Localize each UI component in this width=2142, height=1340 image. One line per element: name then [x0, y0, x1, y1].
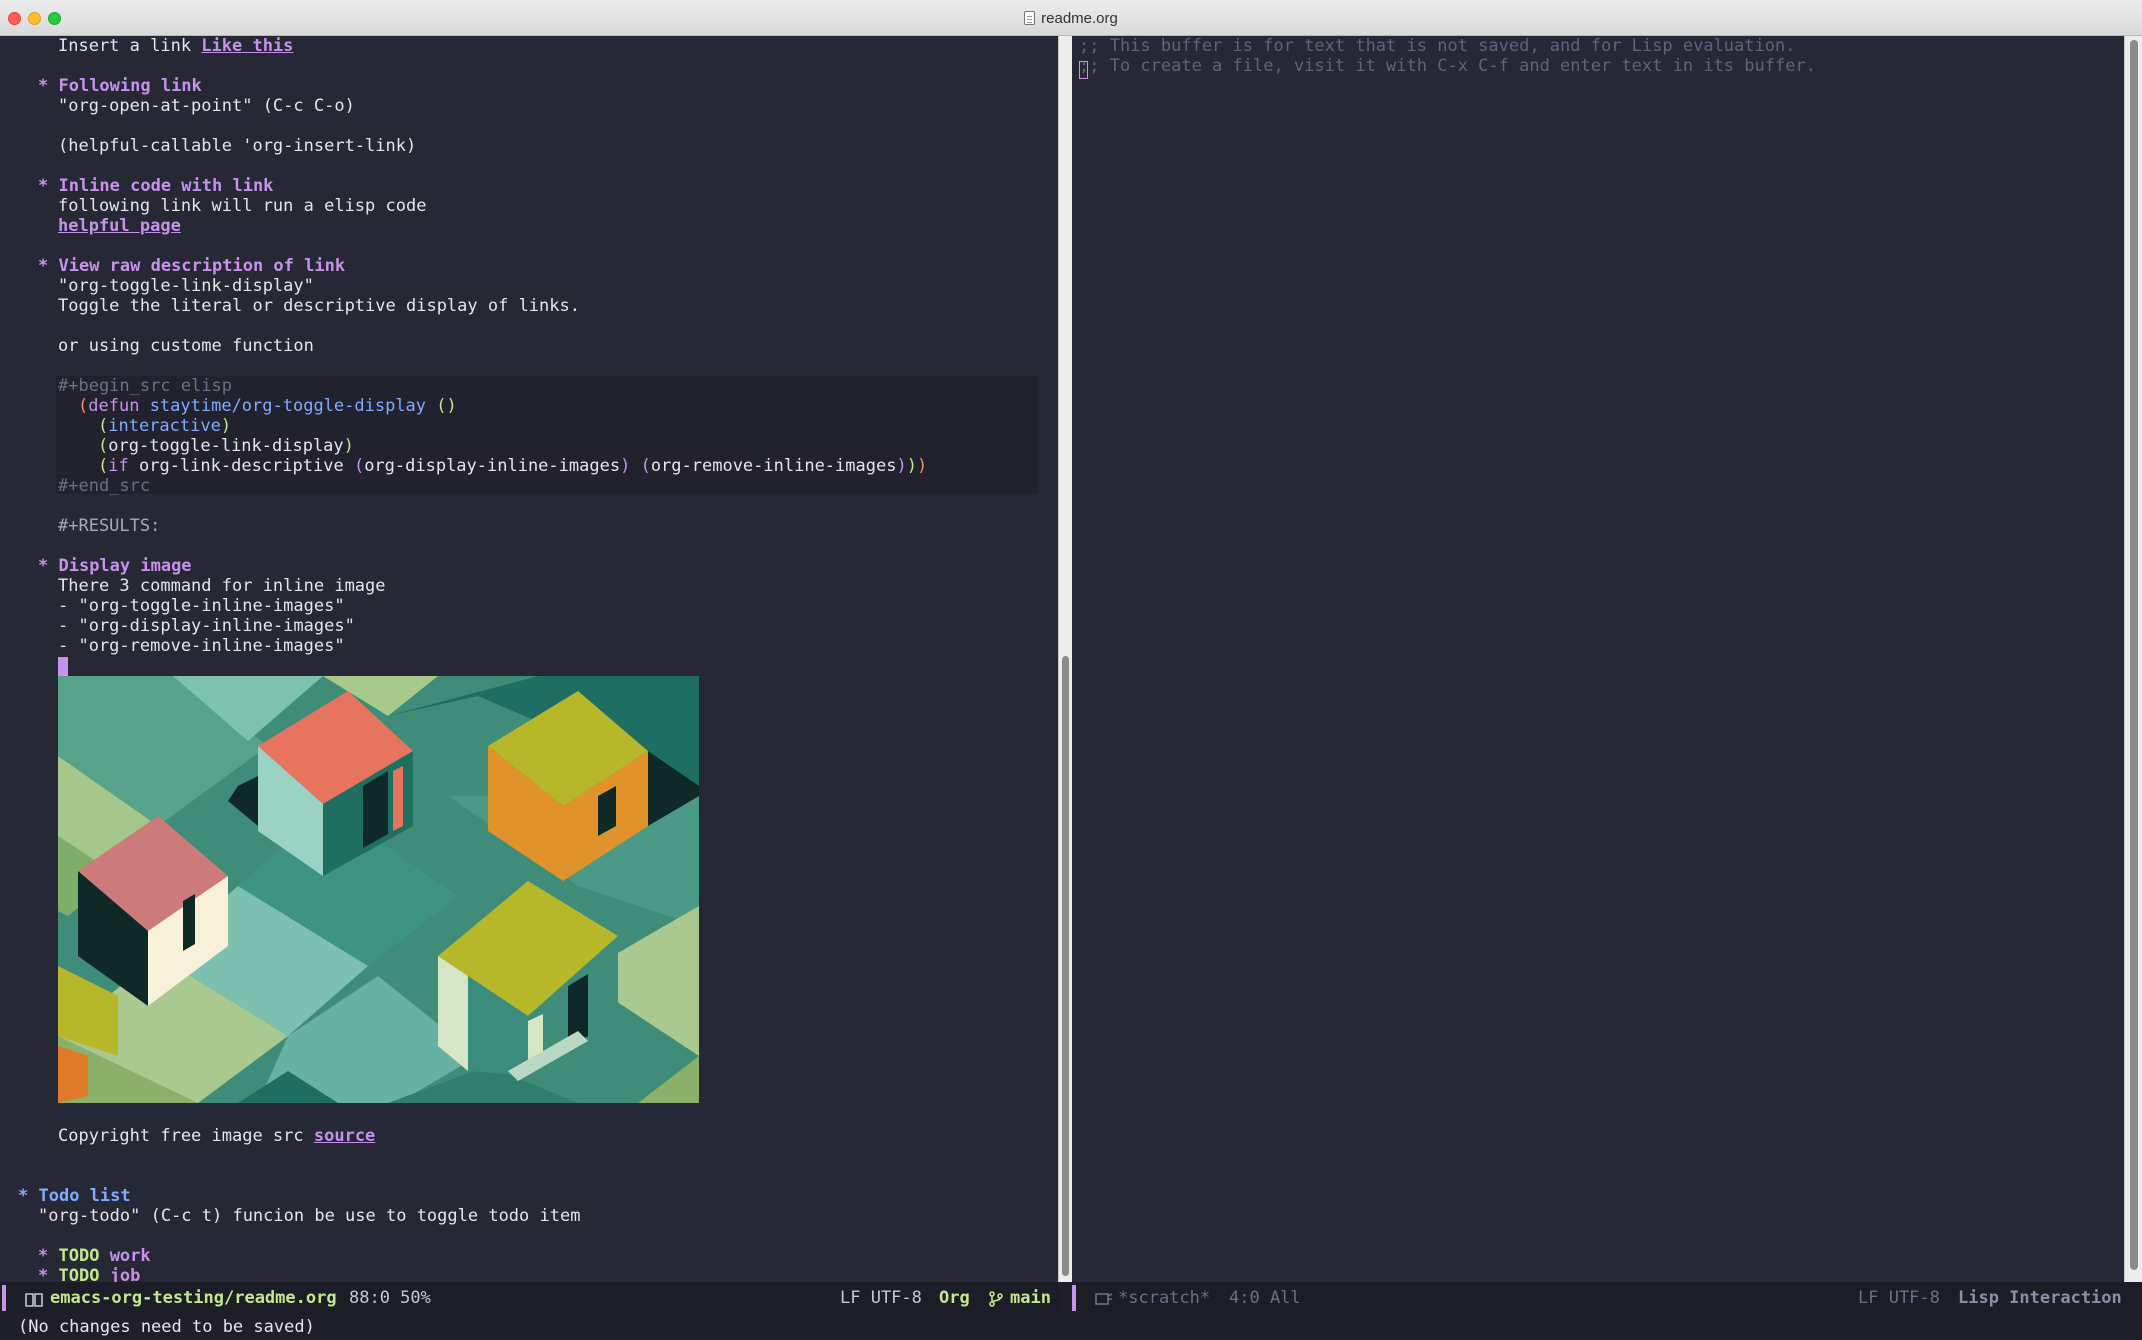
heading-view-raw[interactable]: * View raw description of link: [38, 256, 345, 276]
text-line: following link will run a elisp code: [58, 196, 427, 216]
modeline-filename[interactable]: emacs-org-testing/readme.org: [50, 1288, 337, 1308]
left-scrollbar-thumb[interactable]: [1062, 656, 1069, 1276]
scratch-buffer-pane[interactable]: ;; This buffer is for text that is not s…: [1072, 36, 2124, 1282]
org-buffer-pane[interactable]: Insert a link Like this * Following link…: [0, 36, 1060, 1282]
text-line: Copyright free image src source: [58, 1126, 376, 1146]
buffer-icon: [1095, 1293, 1113, 1305]
modeline-position: 88:0 50%: [349, 1288, 431, 1308]
todo-item-work[interactable]: * TODO work: [38, 1246, 151, 1266]
modeline-encoding[interactable]: LF UTF-8: [1858, 1288, 1940, 1308]
title-bar: readme.org: [0, 0, 2142, 36]
modeline-encoding[interactable]: LF UTF-8: [840, 1288, 922, 1308]
modeline-left: emacs-org-testing/readme.org 88:0 50% LF…: [0, 1282, 1060, 1314]
link-like-this[interactable]: Like this: [201, 36, 293, 56]
text-line: or using custome function: [58, 336, 314, 356]
code-line: (org-toggle-link-display): [98, 436, 354, 456]
minibuffer[interactable]: (No changes need to be saved): [0, 1314, 2142, 1340]
modeline-right: *scratch* 4:0 All LF UTF-8 Lisp Interact…: [1072, 1282, 2142, 1314]
src-begin: #+begin_src elisp: [58, 376, 232, 396]
text-line: Toggle the literal or descriptive displa…: [58, 296, 580, 316]
list-item: - "org-display-inline-images": [58, 616, 355, 636]
modeline-branch[interactable]: main: [1010, 1288, 1051, 1308]
link-source[interactable]: source: [314, 1126, 375, 1146]
book-icon: [25, 1293, 43, 1307]
src-end: #+end_src: [58, 476, 151, 496]
code-line: (if org-link-descriptive (org-display-in…: [98, 456, 928, 476]
git-branch-icon: [989, 1291, 1003, 1307]
modeline-major-mode[interactable]: Lisp Interaction: [1958, 1288, 2122, 1308]
right-scrollbar[interactable]: [2124, 36, 2142, 1282]
left-scrollbar[interactable]: [1058, 36, 1072, 1282]
heading-inline-code[interactable]: * Inline code with link: [38, 176, 273, 196]
text-cursor: [58, 657, 68, 676]
modeline-major-mode[interactable]: Org: [939, 1288, 970, 1308]
text-line: There 3 command for inline image: [58, 576, 386, 596]
text-line: "org-open-at-point" (C-c C-o): [58, 96, 355, 116]
comment-line: ;; This buffer is for text that is not s…: [1079, 36, 1796, 56]
list-item: - "org-toggle-inline-images": [58, 596, 345, 616]
text-line: (helpful-callable 'org-insert-link): [58, 136, 417, 156]
text-cursor: [1079, 61, 1088, 79]
right-scrollbar-thumb[interactable]: [2130, 40, 2138, 1270]
document-icon: [1024, 11, 1036, 25]
inline-image-houses: [58, 676, 699, 1103]
text-line: "org-toggle-link-display": [58, 276, 314, 296]
code-line: (interactive): [98, 416, 232, 436]
heading-todo-list[interactable]: * Todo list: [18, 1186, 131, 1206]
window-indicator: [1072, 1285, 1076, 1311]
active-window-indicator: [2, 1285, 6, 1311]
link-helpful-page[interactable]: helpful page: [58, 216, 181, 236]
modeline-buffer-name[interactable]: *scratch*: [1118, 1288, 1210, 1308]
window-title: readme.org: [1041, 9, 1118, 27]
list-item: - "org-remove-inline-images": [58, 636, 345, 656]
heading-display-image[interactable]: * Display image: [38, 556, 192, 576]
todo-item-job[interactable]: * TODO job: [38, 1266, 140, 1282]
results-keyword: #+RESULTS:: [58, 516, 161, 536]
code-line: (defun staytime/org-toggle-display (): [78, 396, 457, 416]
echo-area-message: (No changes need to be saved): [18, 1317, 315, 1337]
heading-following-link[interactable]: * Following link: [38, 76, 202, 96]
text-line: "org-todo" (C-c t) funcion be use to tog…: [38, 1206, 581, 1226]
comment-line: ;; To create a file, visit it with C-x C…: [1079, 56, 1816, 76]
modeline-position: 4:0 All: [1229, 1288, 1301, 1308]
text-line: Insert a link Like this: [58, 36, 294, 56]
